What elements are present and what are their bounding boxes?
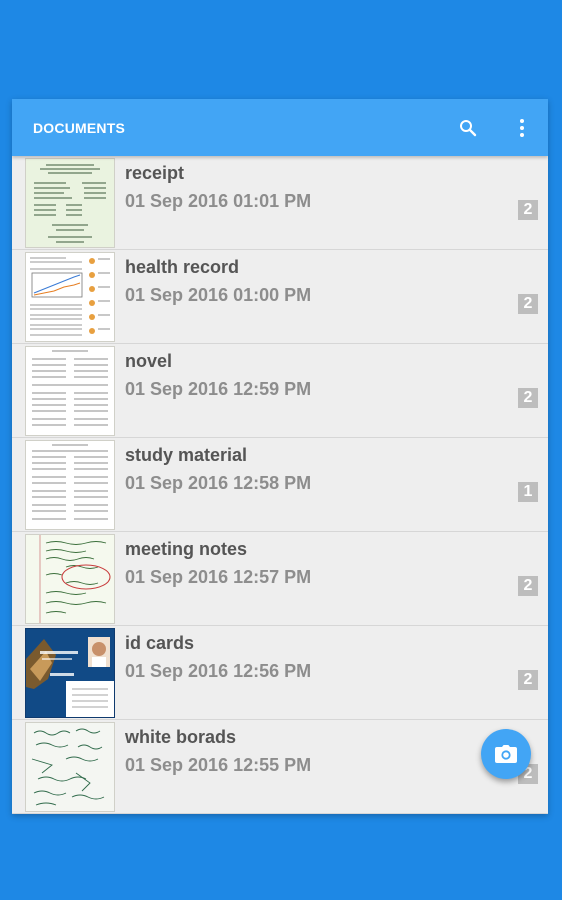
id-card-thumbnail: [25, 628, 115, 718]
meeting-notes-thumbnail: [25, 534, 115, 624]
app-bar: DOCUMENTS: [12, 99, 548, 156]
study-material-thumbnail: [25, 440, 115, 530]
document-row-meeting-notes[interactable]: meeting notes 01 Sep 2016 12:57 PM 2: [12, 532, 548, 626]
document-row-id-cards[interactable]: id cards 01 Sep 2016 12:56 PM 2: [12, 626, 548, 720]
page-count-badge: 1: [518, 482, 538, 502]
document-date: 01 Sep 2016 12:56 PM: [125, 661, 312, 681]
novel-thumbnail: [25, 346, 115, 436]
more-vert-icon: [520, 118, 524, 137]
document-date: 01 Sep 2016 12:58 PM: [125, 473, 312, 493]
receipt-thumbnail: [25, 158, 115, 248]
document-date: 01 Sep 2016 12:55 PM: [125, 755, 312, 775]
app-window: DOCUMENTS receipt 01 Sep 2016 01:01 PM 2…: [12, 99, 548, 814]
document-info: meeting notes 01 Sep 2016 12:57 PM: [125, 532, 311, 625]
document-title: meeting notes: [125, 539, 248, 559]
document-info: receipt 01 Sep 2016 01:01 PM: [125, 156, 311, 249]
overflow-menu-button[interactable]: [510, 116, 534, 140]
document-title: id cards: [125, 633, 195, 653]
app-bar-actions: [456, 99, 534, 156]
page-count-badge: 2: [518, 670, 538, 690]
document-row-health-record[interactable]: health record 01 Sep 2016 01:00 PM 2: [12, 250, 548, 344]
page-count-badge: 2: [518, 294, 538, 314]
search-icon: [460, 119, 477, 136]
page-count-badge: 2: [518, 388, 538, 408]
document-info: health record 01 Sep 2016 01:00 PM: [125, 250, 311, 343]
document-info: novel 01 Sep 2016 12:59 PM: [125, 344, 311, 437]
page-title: DOCUMENTS: [33, 119, 126, 136]
document-title: receipt: [125, 163, 185, 183]
document-row-study-material[interactable]: study material 01 Sep 2016 12:58 PM 1: [12, 438, 548, 532]
health-record-thumbnail: [25, 252, 115, 342]
document-date: 01 Sep 2016 12:59 PM: [125, 379, 312, 399]
page-count-badge: 2: [518, 576, 538, 596]
document-title: white borads: [125, 727, 237, 747]
document-title: health record: [125, 257, 240, 277]
whiteboard-thumbnail: [25, 722, 115, 812]
document-info: id cards 01 Sep 2016 12:56 PM: [125, 626, 311, 719]
search-button[interactable]: [456, 116, 480, 140]
document-title: study material: [125, 445, 248, 465]
document-row-novel[interactable]: novel 01 Sep 2016 12:59 PM 2: [12, 344, 548, 438]
page-count-badge: 2: [518, 200, 538, 220]
document-row-white-borads[interactable]: white borads 01 Sep 2016 12:55 PM 2: [12, 720, 548, 814]
document-info: white borads 01 Sep 2016 12:55 PM: [125, 720, 311, 813]
document-date: 01 Sep 2016 12:57 PM: [125, 567, 312, 587]
document-info: study material 01 Sep 2016 12:58 PM: [125, 438, 311, 531]
camera-fab-button[interactable]: [481, 729, 531, 779]
document-date: 01 Sep 2016 01:01 PM: [125, 191, 312, 211]
document-date: 01 Sep 2016 01:00 PM: [125, 285, 312, 305]
camera-icon: [495, 745, 517, 763]
document-row-receipt[interactable]: receipt 01 Sep 2016 01:01 PM 2: [12, 156, 548, 250]
document-title: novel: [125, 351, 173, 371]
document-list: receipt 01 Sep 2016 01:01 PM 2 health re…: [12, 156, 548, 814]
